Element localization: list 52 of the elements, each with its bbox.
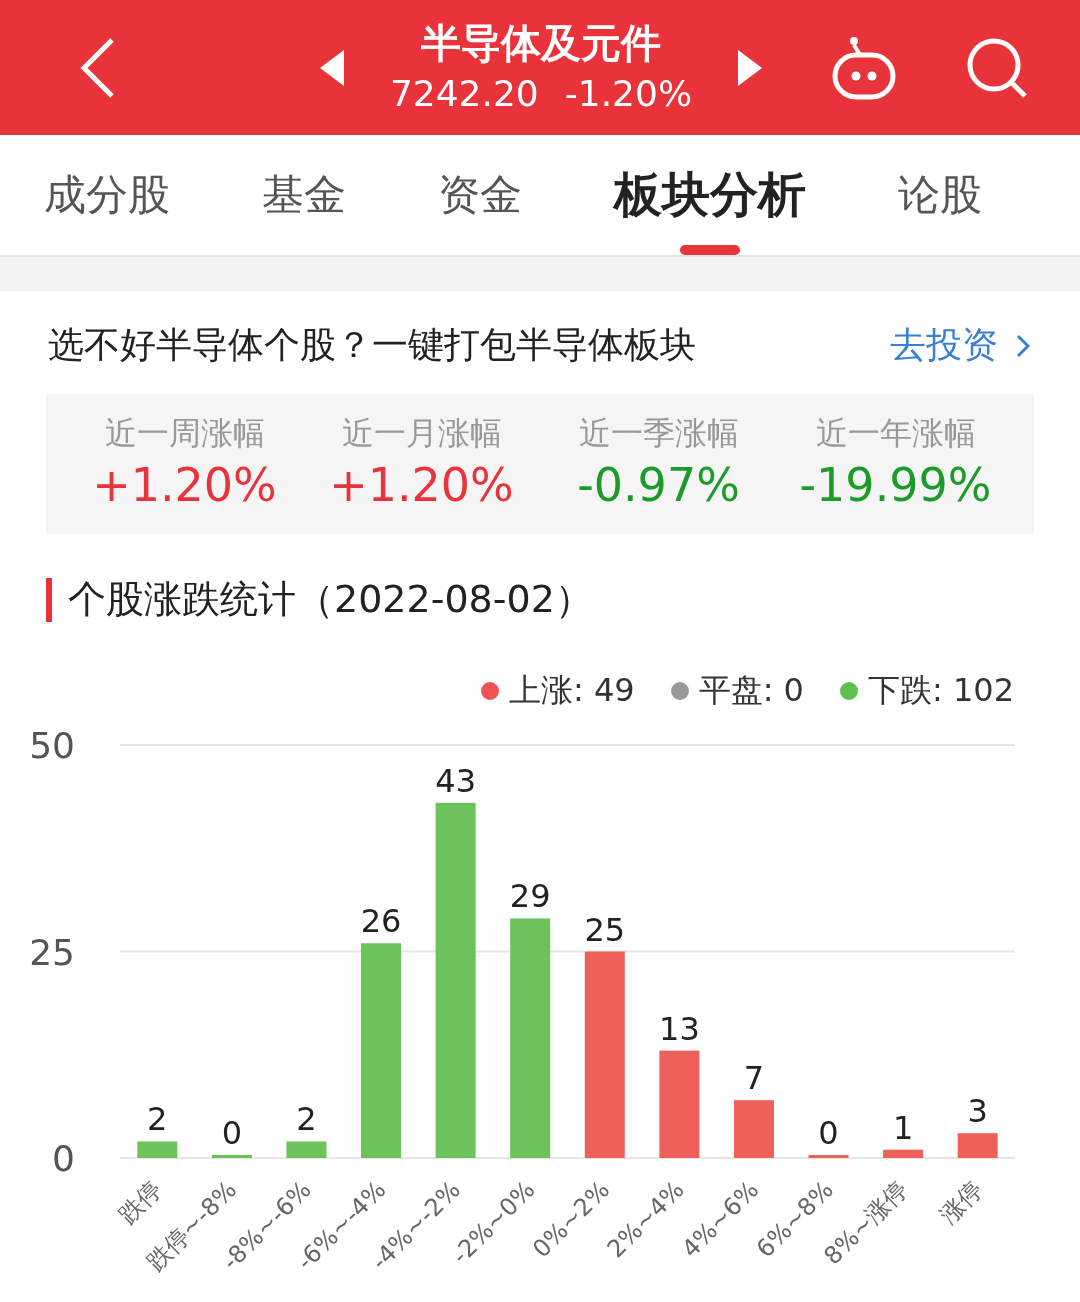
- bar: [137, 1141, 178, 1158]
- bar: [733, 1100, 774, 1158]
- stat-value: -0.97%: [577, 457, 740, 514]
- bar-value: 26: [360, 902, 402, 941]
- bar-value: 1: [892, 1108, 914, 1147]
- bar-value: 2: [147, 1100, 168, 1139]
- bar-value: 2: [296, 1100, 317, 1139]
- bar-value: 0: [221, 1114, 243, 1152]
- bar: [808, 1155, 849, 1158]
- bar: [286, 1141, 327, 1158]
- index-change: -1.20%: [564, 71, 693, 116]
- tab[interactable]: 资金: [438, 135, 522, 255]
- legend-label: 平盘: 0: [698, 670, 804, 711]
- y-tick-label: 25: [29, 931, 75, 973]
- tab[interactable]: 成分股: [44, 135, 170, 255]
- y-tick-label: 0: [52, 1138, 75, 1179]
- robot-icon[interactable]: [832, 34, 896, 101]
- tab[interactable]: 板块分析: [614, 135, 806, 255]
- y-tick-label: 50: [29, 725, 75, 766]
- bar-value: 7: [743, 1059, 765, 1098]
- bar-value: 25: [584, 910, 626, 949]
- bar-value: 13: [659, 1009, 700, 1048]
- section-title: 个股涨跌统计（2022-08-02）: [68, 576, 593, 623]
- stat-label: 近一月涨幅: [341, 413, 502, 454]
- x-axis-label: 跌停: [113, 1175, 168, 1230]
- tab[interactable]: 论股: [898, 135, 982, 255]
- legend-label: 下跌: 102: [867, 670, 1014, 711]
- next-icon[interactable]: [736, 49, 762, 86]
- index-price: 7242.20: [389, 71, 539, 116]
- sector-title: 半导体及元件: [421, 18, 661, 68]
- legend-label: 上涨: 49: [509, 670, 635, 711]
- x-axis-label: 涨停: [934, 1175, 988, 1230]
- bar: [211, 1155, 252, 1158]
- invest-link[interactable]: 去投资: [890, 321, 1030, 370]
- bar: [883, 1149, 924, 1158]
- stat-label: 近一季涨幅: [578, 413, 739, 454]
- previous-icon[interactable]: [320, 49, 346, 86]
- stat-value: +1.20%: [329, 457, 514, 514]
- stat-value: +1.20%: [92, 457, 277, 514]
- tab[interactable]: 基金: [262, 135, 346, 255]
- bar: [957, 1133, 998, 1158]
- bar-value: 3: [967, 1092, 988, 1131]
- bar-value: 43: [435, 761, 476, 800]
- search-icon[interactable]: [966, 36, 1028, 99]
- section-marker: [46, 577, 52, 622]
- stat-value: -19.99%: [799, 457, 992, 514]
- bar-value: 0: [818, 1114, 839, 1152]
- promo-text: 选不好半导体个股？一键打包半导体板块: [48, 323, 696, 367]
- stat-label: 近一年涨幅: [815, 413, 976, 454]
- stat-label: 近一周涨幅: [104, 413, 265, 454]
- chevron-right-icon: [1016, 333, 1030, 358]
- bar-value: 29: [509, 877, 551, 916]
